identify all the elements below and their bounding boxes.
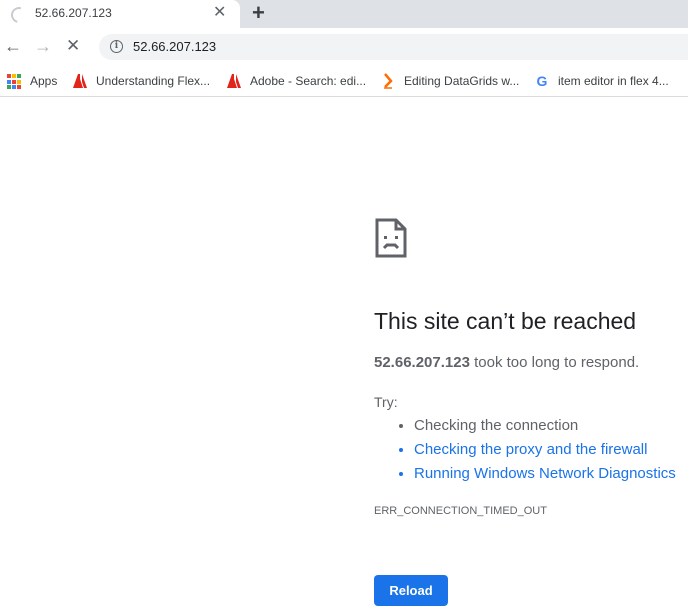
tab-strip: 52.66.207.123 ✕ + <box>0 0 688 28</box>
bookmark-label: Adobe - Search: edi... <box>250 74 367 88</box>
error-title: This site can’t be reached <box>374 308 637 334</box>
suggestions-list: Checking the connection Checking the pro… <box>374 416 676 488</box>
back-button[interactable]: ← <box>4 36 22 56</box>
try-label: Try: <box>374 394 398 410</box>
adobe-icon <box>227 74 241 88</box>
bookmark-label: item editor in flex 4... <box>558 74 669 88</box>
url-text[interactable]: 52.66.207.123 <box>133 39 216 54</box>
bookmarks-bar: Apps Understanding Flex... Adobe - Searc… <box>0 66 688 97</box>
tab-title: 52.66.207.123 <box>35 6 112 20</box>
suggestion-check-proxy-link[interactable]: Checking the proxy and the firewall <box>414 440 676 464</box>
reload-button[interactable]: Reload <box>374 575 448 606</box>
apps-grid-icon <box>6 73 24 91</box>
forward-button[interactable]: → <box>34 36 52 56</box>
error-code: ERR_CONNECTION_TIMED_OUT <box>374 505 547 517</box>
tab-active[interactable]: 52.66.207.123 ✕ <box>0 0 240 28</box>
toolbar: ← → ✕ i 52.66.207.123 <box>0 28 688 66</box>
sad-page-icon <box>375 218 407 258</box>
google-icon: G <box>536 73 548 89</box>
address-bar[interactable]: i 52.66.207.123 <box>99 34 688 60</box>
adobe-icon <box>73 74 87 88</box>
bookmark-label: Apps <box>30 74 58 88</box>
info-icon[interactable]: i <box>110 40 123 53</box>
bookmark-label: Editing DataGrids w... <box>404 74 520 88</box>
error-host: 52.66.207.123 <box>374 354 470 371</box>
stop-loading-button[interactable]: ✕ <box>66 36 80 56</box>
suggestion-network-diagnostics-link[interactable]: Running Windows Network Diagnostics <box>414 464 676 488</box>
error-description: 52.66.207.123 took too long to respond. <box>374 354 639 371</box>
error-desc-suffix: took too long to respond. <box>469 354 640 371</box>
orange-arrow-icon <box>384 73 393 89</box>
new-tab-button[interactable]: + <box>252 1 265 25</box>
loading-spinner-icon <box>8 4 30 26</box>
tab-close-icon[interactable]: ✕ <box>213 3 226 23</box>
bookmark-label: Understanding Flex... <box>96 74 211 88</box>
suggestion-check-connection: Checking the connection <box>414 416 676 440</box>
